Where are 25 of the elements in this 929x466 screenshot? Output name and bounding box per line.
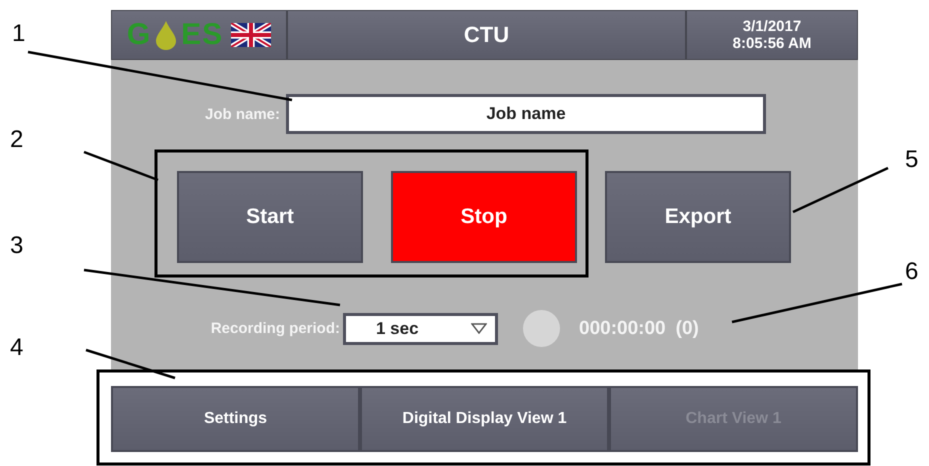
nav-button[interactable]: Digital Display View 1 <box>360 386 609 452</box>
job-name-label: Job name: <box>204 106 280 122</box>
record-count: (0) <box>676 318 699 340</box>
logo-text: ES <box>181 18 224 52</box>
callout-number: 5 <box>905 146 918 174</box>
callout-number: 4 <box>10 334 24 362</box>
logo-text: G <box>126 18 152 52</box>
time-text: 8:05:56 AM <box>732 35 812 52</box>
caret-icon <box>471 323 487 334</box>
callout-number: 6 <box>905 258 918 286</box>
period-dropdown[interactable]: 1 sec <box>343 312 498 344</box>
job-name-field[interactable]: Job name <box>286 94 766 134</box>
elapsed-time: 000:00:00 <box>579 318 666 340</box>
callout-number: 1 <box>12 20 26 48</box>
nav-button[interactable]: Settings <box>111 386 360 452</box>
drop-icon <box>155 20 178 50</box>
action-button[interactable]: Start <box>177 171 363 263</box>
date-text: 3/1/2017 <box>742 18 802 35</box>
stop-button[interactable]: Stop <box>391 171 577 263</box>
flag-icon <box>231 23 272 47</box>
screen-title: CTU <box>464 22 510 48</box>
callout-number: 3 <box>10 232 24 260</box>
recording-period-label: Recording period: <box>210 320 340 337</box>
action-button[interactable]: Export <box>605 171 791 263</box>
callout-number: 2 <box>10 126 24 154</box>
